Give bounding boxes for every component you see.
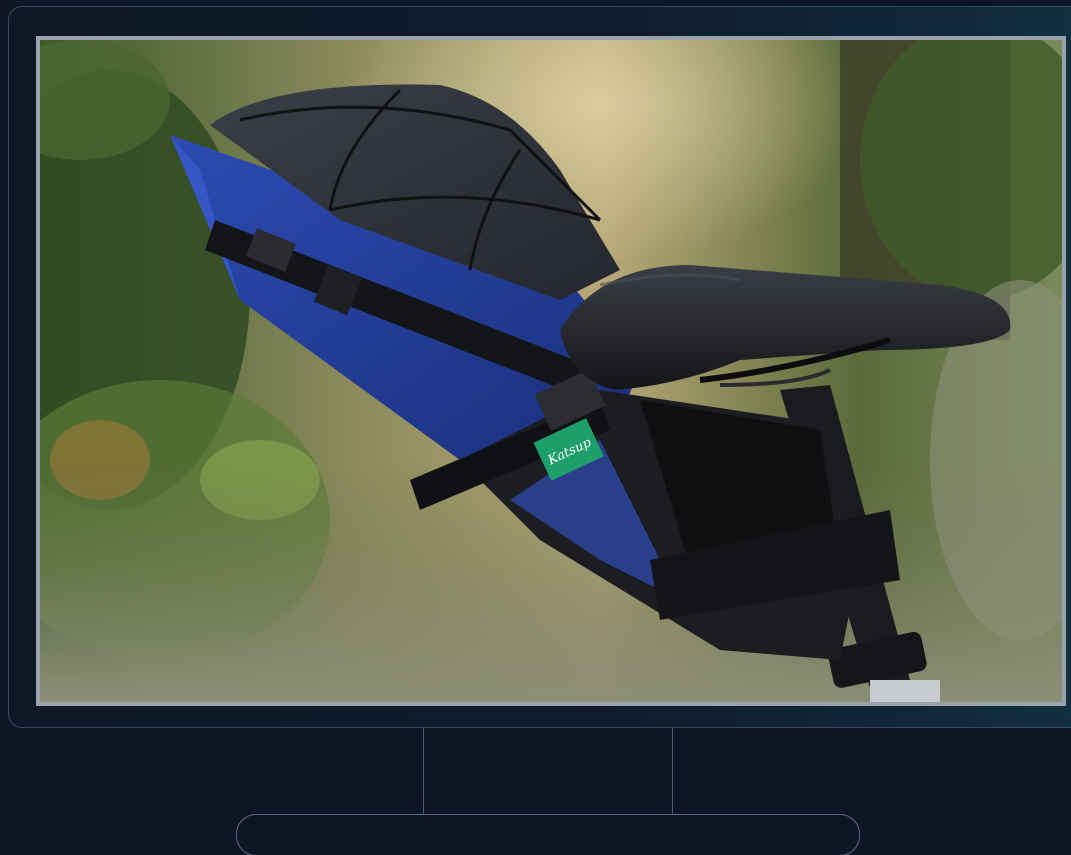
monitor-stand-base: [236, 814, 860, 855]
monitor-stand-neck: [423, 728, 673, 814]
page: Katsup: [0, 0, 1071, 855]
monitor-screen: Katsup: [36, 36, 1066, 706]
photo-bikepacking-seat-bag: Katsup: [40, 40, 1062, 702]
